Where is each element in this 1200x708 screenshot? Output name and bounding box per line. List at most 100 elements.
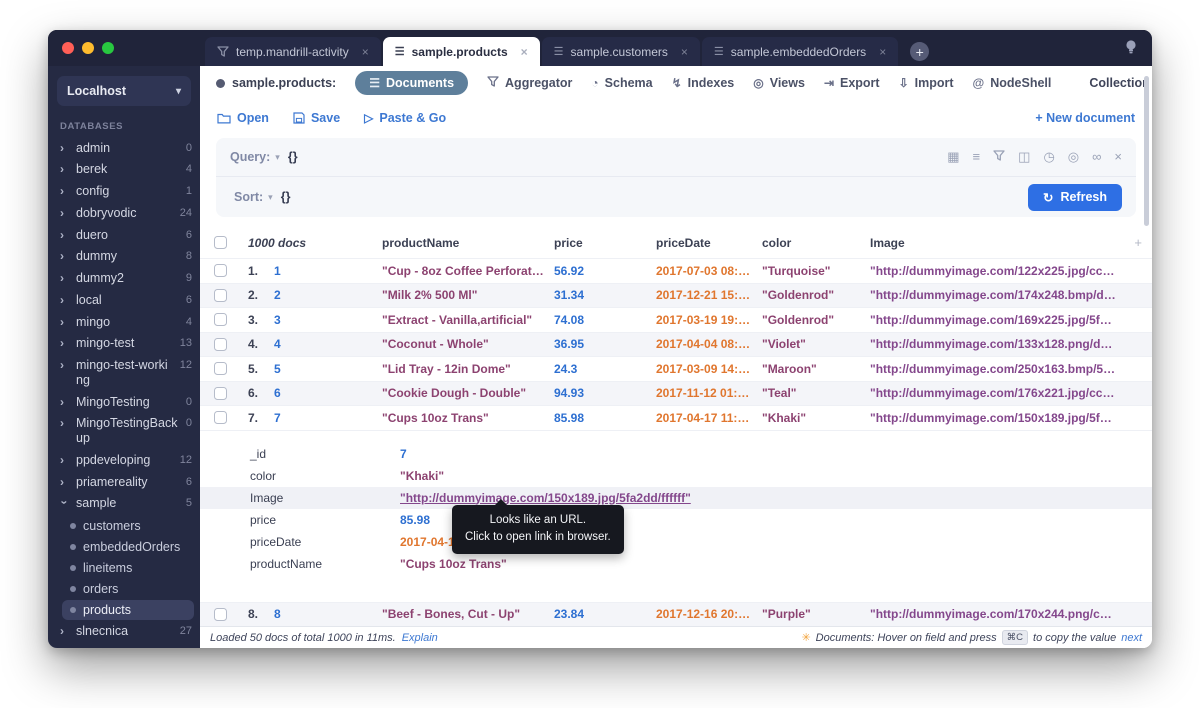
saved-icon[interactable]: ▦ — [947, 149, 959, 165]
connection-selector[interactable]: Localhost ▾ — [57, 76, 191, 106]
document-field-color[interactable]: color"Khaki" — [200, 465, 1152, 487]
sidebar-item-berek[interactable]: ›berek4 — [48, 159, 200, 181]
sidebar-item-dummy2[interactable]: ›dummy29 — [48, 268, 200, 290]
cell-productname[interactable]: "Cup - 8oz Coffee Perforated" — [382, 264, 554, 278]
cell-image[interactable]: "http://dummyimage.com/176x221.jpg/cc000… — [870, 386, 1126, 400]
view-tab-schema[interactable]: ◔Schema — [591, 76, 652, 90]
lightbulb-icon[interactable] — [1124, 39, 1138, 61]
row-checkbox[interactable] — [214, 608, 227, 621]
sidebar-item-slnecnica[interactable]: ›slnecnica27 — [48, 621, 200, 643]
cell-productname[interactable]: "Cups 10oz Trans" — [382, 411, 554, 425]
cell-productname[interactable]: "Coconut - Whole" — [382, 337, 554, 351]
sidebar-item-dobryvodic[interactable]: ›dobryvodic24 — [48, 202, 200, 224]
document-field-priceDate[interactable]: priceDate2017-04-17 — [200, 531, 1152, 553]
cell-price[interactable]: 94.93 — [554, 386, 656, 400]
view-tab-indexes[interactable]: ↯Indexes — [672, 76, 735, 90]
next-tip-link[interactable]: next — [1121, 632, 1142, 644]
sidebar-item-dummy[interactable]: ›dummy8 — [48, 246, 200, 268]
preview-icon[interactable]: ◎ — [1068, 149, 1079, 165]
cell-pricedate[interactable]: 2017-12-21 15:34:16 — [656, 288, 762, 302]
document-field-price[interactable]: price85.98 — [200, 509, 1152, 531]
sidebar-item-MingoTestingBackup[interactable]: ›MingoTestingBackup0 — [48, 413, 200, 450]
cell-price[interactable]: 31.34 — [554, 288, 656, 302]
cell-color[interactable]: "Turquoise" — [762, 264, 870, 278]
cell-image[interactable]: "http://dummyimage.com/133x128.png/ddddd… — [870, 337, 1126, 351]
cell-pricedate[interactable]: 2017-04-04 08:02:47 — [656, 337, 762, 351]
column-header-pricedate[interactable]: priceDate — [656, 236, 762, 250]
cell-image[interactable]: "http://dummyimage.com/174x248.bmp/ddddd… — [870, 288, 1126, 302]
view-tab-export[interactable]: ⇥Export — [824, 76, 880, 90]
close-tab-icon[interactable]: × — [681, 45, 688, 59]
zoom-window-button[interactable] — [102, 42, 114, 54]
sidebar-collection-orders[interactable]: orders — [62, 579, 194, 599]
row-checkbox[interactable] — [214, 313, 227, 326]
close-tab-icon[interactable]: × — [521, 45, 528, 59]
sidebar-item-mingo-test[interactable]: ›mingo-test13 — [48, 333, 200, 355]
cell-color[interactable]: "Purple" — [762, 607, 870, 621]
table-row[interactable]: 1.1"Cup - 8oz Coffee Perforated"56.92201… — [200, 258, 1152, 283]
column-header-image[interactable]: Image — [870, 236, 1126, 250]
cell-image[interactable]: "http://dummyimage.com/150x189.jpg/5fa2d… — [870, 411, 1126, 425]
cell-color[interactable]: "Goldenrod" — [762, 313, 870, 327]
history-icon[interactable]: ≡ — [973, 149, 981, 165]
cell-pricedate[interactable]: 2017-07-03 08:42:37 — [656, 264, 762, 278]
link-icon[interactable]: ∞ — [1092, 149, 1101, 165]
cell-image[interactable]: "http://dummyimage.com/250x163.bmp/5fa2d… — [870, 362, 1126, 376]
cell-color[interactable]: "Khaki" — [762, 411, 870, 425]
vertical-scrollbar[interactable] — [1144, 76, 1149, 226]
collection-dropdown[interactable]: Collection▾ — [1089, 76, 1152, 90]
sidebar-item-admin[interactable]: ›admin0 — [48, 137, 200, 159]
view-tab-aggregator[interactable]: Aggregator — [487, 76, 572, 90]
sidebar-collection-lineitems[interactable]: lineitems — [62, 558, 194, 578]
view-tab-import[interactable]: ⇩Import — [899, 76, 954, 90]
cell-pricedate[interactable]: 2017-03-09 14:52:04 — [656, 362, 762, 376]
view-tab-documents[interactable]: ☰Documents — [355, 71, 468, 95]
column-header-productname[interactable]: productName — [382, 236, 554, 250]
add-column-button[interactable]: + — [1134, 235, 1142, 250]
row-checkbox[interactable] — [214, 338, 227, 351]
close-tab-icon[interactable]: × — [879, 45, 886, 59]
cell-color[interactable]: "Goldenrod" — [762, 288, 870, 302]
tab-temp.mandrill-activity[interactable]: temp.mandrill-activity× — [205, 37, 381, 66]
save-query-button[interactable]: Save — [293, 111, 340, 125]
cell-image[interactable]: "http://dummyimage.com/169x225.jpg/5fa2d… — [870, 313, 1126, 327]
cell-pricedate[interactable]: 2017-12-16 20:06:41 — [656, 607, 762, 621]
sidebar-item-config[interactable]: ›config1 — [48, 181, 200, 203]
cell-price[interactable]: 56.92 — [554, 264, 656, 278]
sidebar-item-sample[interactable]: ›sample5 — [48, 493, 200, 515]
cell-price[interactable]: 74.08 — [554, 313, 656, 327]
document-field-_id[interactable]: _id7 — [200, 443, 1152, 465]
cell-price[interactable]: 36.95 — [554, 337, 656, 351]
cell-price[interactable]: 23.84 — [554, 607, 656, 621]
table-row[interactable]: 4.4"Coconut - Whole"36.952017-04-04 08:0… — [200, 332, 1152, 357]
cell-pricedate[interactable]: 2017-03-19 19:23:48 — [656, 313, 762, 327]
sidebar-item-mingo[interactable]: ›mingo4 — [48, 311, 200, 333]
refresh-button[interactable]: ↻ Refresh — [1028, 184, 1122, 211]
row-checkbox[interactable] — [214, 362, 227, 375]
view-tab-views[interactable]: ◎Views — [753, 76, 805, 90]
column-header-price[interactable]: price — [554, 236, 656, 250]
table-row[interactable]: 2.2"Milk 2% 500 Ml"31.342017-12-21 15:34… — [200, 283, 1152, 308]
tab-sample.customers[interactable]: ☰sample.customers× — [542, 37, 700, 66]
sidebar-collection-customers[interactable]: customers — [62, 516, 194, 536]
table-row[interactable]: 5.5"Lid Tray - 12in Dome"24.32017-03-09 … — [200, 356, 1152, 381]
field-value-link[interactable]: "http://dummyimage.com/150x189.jpg/5fa2d… — [400, 491, 691, 505]
sidebar-item-duero[interactable]: ›duero6 — [48, 224, 200, 246]
select-all-checkbox[interactable] — [214, 236, 227, 249]
table-row[interactable]: 7.7"Cups 10oz Trans"85.982017-04-17 11:2… — [200, 405, 1152, 430]
open-query-button[interactable]: Open — [217, 111, 269, 125]
close-tab-icon[interactable]: × — [362, 45, 369, 59]
minimize-window-button[interactable] — [82, 42, 94, 54]
export-icon[interactable]: ◫ — [1018, 149, 1030, 165]
explain-link[interactable]: Explain — [402, 632, 438, 644]
sidebar-item-mingo-test-working[interactable]: ›mingo-test-working12 — [48, 355, 200, 392]
new-document-button[interactable]: + New document — [1035, 111, 1135, 125]
document-field-productName[interactable]: productName"Cups 10oz Trans" — [200, 553, 1152, 575]
sidebar-collection-embeddedOrders[interactable]: embeddedOrders — [62, 537, 194, 557]
tab-sample.embeddedOrders[interactable]: ☰sample.embeddedOrders× — [702, 37, 898, 66]
sidebar-item-priamereality[interactable]: ›priamereality6 — [48, 471, 200, 493]
filter-icon[interactable] — [993, 149, 1005, 165]
chevron-down-icon[interactable]: ▾ — [275, 152, 280, 163]
view-tab-nodeshell[interactable]: @NodeShell — [973, 76, 1052, 90]
cell-pricedate[interactable]: 2017-11-12 01:18:42 — [656, 386, 762, 400]
